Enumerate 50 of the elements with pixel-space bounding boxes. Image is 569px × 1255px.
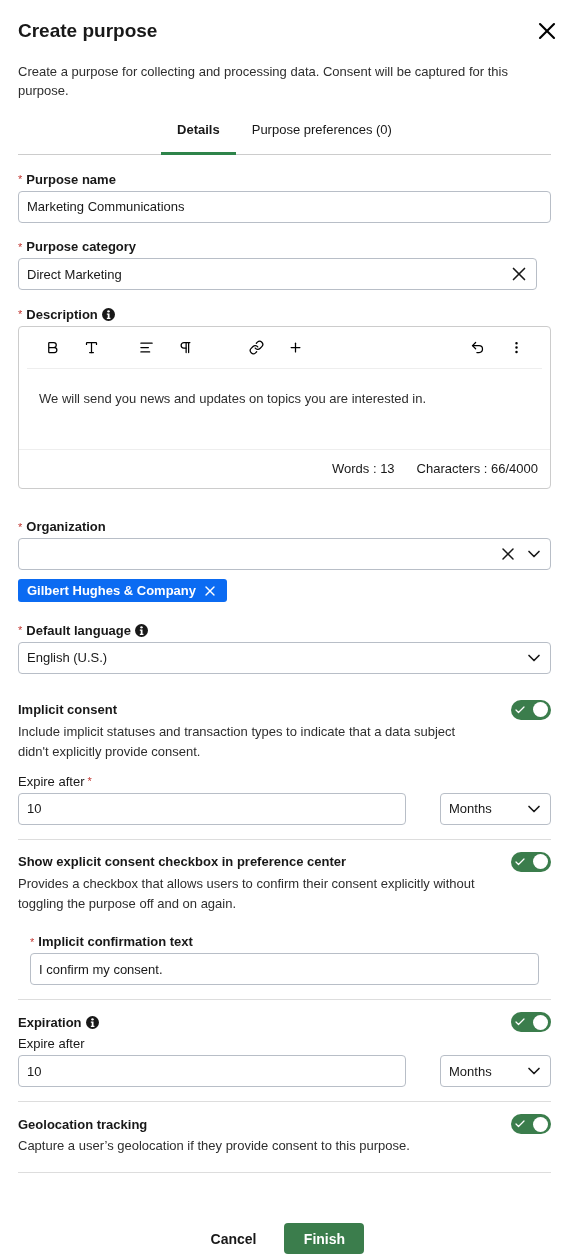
tab[interactable]: Details: [161, 122, 236, 155]
required-mark: *: [18, 308, 23, 320]
field-label: Expire after: [18, 773, 85, 789]
field-label: Expire after: [18, 1036, 85, 1051]
unit-select[interactable]: Months: [440, 1055, 551, 1087]
info-icon: [85, 1015, 99, 1029]
required-mark: *: [18, 520, 23, 533]
check-icon: [514, 1118, 526, 1130]
setting-title: Show explicit consent checkbox in preference center: [18, 854, 346, 869]
confirmation-input[interactable]: I confirm my consent.: [30, 953, 539, 985]
dialog-title: Create purpose: [18, 20, 158, 42]
tab[interactable]: Purpose preferences (0): [235, 122, 408, 155]
required-mark: *: [30, 935, 35, 948]
setting-description: Provides a checkbox that allows users to confirm their consent explicitly without toggling the purpose off and on again.: [18, 874, 476, 913]
toggle-switch[interactable]: [511, 851, 551, 872]
expire-input[interactable]: 10: [18, 1055, 406, 1087]
cancel-button[interactable]: Cancel: [204, 1223, 263, 1254]
field-label: Purpose category: [26, 239, 137, 254]
description-text[interactable]: We will send you news and updates on topics you are interested in.: [19, 368, 550, 449]
info-icon: [101, 307, 115, 321]
setting-title: Expiration: [18, 1014, 82, 1030]
setting-title: Geolocation tracking: [18, 1116, 148, 1132]
purpose-name-input[interactable]: Marketing Communications: [18, 190, 551, 223]
organization-field[interactable]: [18, 538, 551, 570]
field-label: Purpose name: [26, 171, 116, 187]
field-label: Default language: [26, 622, 132, 638]
expire-input[interactable]: 10: [18, 792, 406, 825]
setting-description: Include implicit statuses and transaction types to indicate that a data subject didn't explicitly provide consent.: [18, 722, 457, 761]
check-icon: [514, 1016, 526, 1028]
dialog-description: Create a purpose for collecting and processing data. Consent will be captured for this purpose.: [18, 63, 509, 100]
finish-button[interactable]: Finish: [284, 1223, 365, 1254]
field-label: Implicit confirmation text: [38, 934, 193, 949]
field-label: Description: [26, 306, 98, 322]
required-mark: *: [18, 173, 23, 185]
field-label: Organization: [26, 519, 106, 534]
required-mark: *: [18, 624, 23, 636]
setting-description: Capture a user’s geolocation if they provide consent to this purpose.: [18, 1137, 411, 1155]
language-select[interactable]: English (U.S.): [18, 641, 551, 674]
purpose-category-field[interactable]: Direct Marketing: [18, 258, 537, 290]
toggle-switch[interactable]: [511, 1114, 551, 1134]
required-mark: *: [87, 775, 92, 787]
setting-title: Implicit consent: [18, 702, 117, 717]
word-count: Words : 13: [331, 460, 395, 476]
toggle-switch[interactable]: [511, 699, 551, 720]
unit-select[interactable]: Months: [440, 792, 551, 825]
required-mark: *: [18, 240, 23, 253]
character-count: Characters : 66/4000: [416, 460, 538, 476]
organization-pill: Gilbert Hughes & Company: [18, 579, 228, 602]
toggle-switch[interactable]: [511, 1012, 551, 1032]
info-icon: [135, 623, 149, 637]
